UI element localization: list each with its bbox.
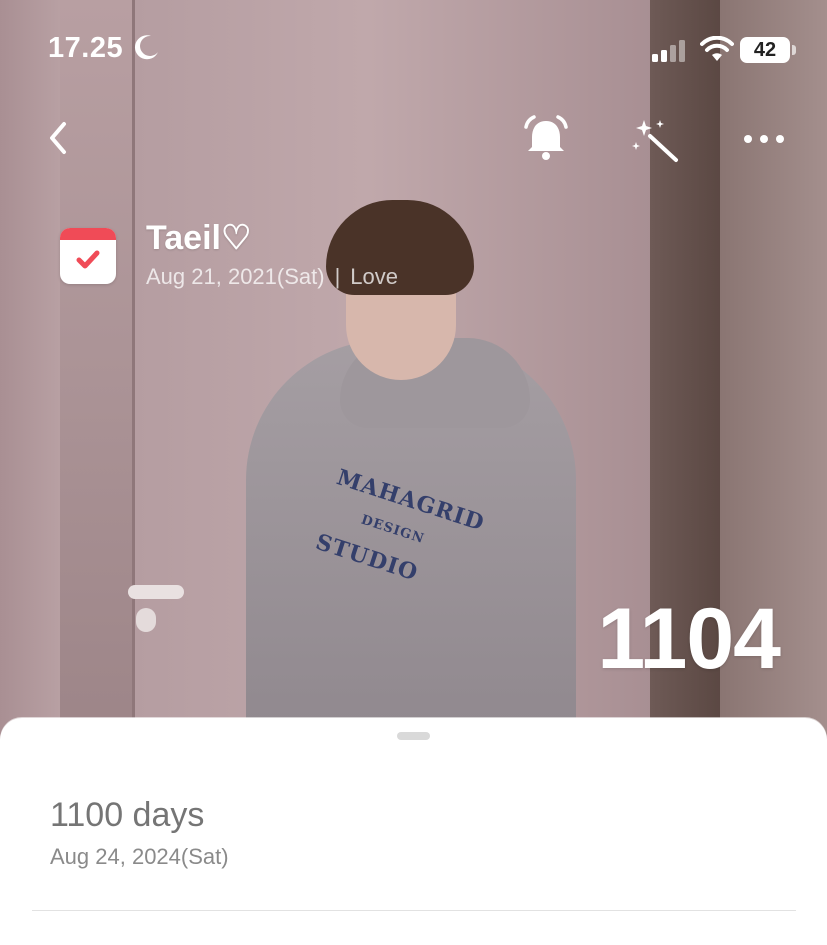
- milestone-date: Aug 24, 2024(Sat): [50, 844, 229, 869]
- battery-icon: 42: [740, 37, 790, 63]
- sheet-grabber[interactable]: [397, 732, 430, 740]
- wall: [0, 0, 60, 760]
- check-icon: [76, 250, 100, 269]
- back-chevron-icon[interactable]: [40, 116, 76, 160]
- divider: [32, 910, 796, 911]
- status-time: 17.25: [48, 32, 124, 64]
- calendar-header: [60, 228, 116, 240]
- calendar-check-icon: [60, 228, 116, 284]
- wifi-icon: [700, 36, 734, 61]
- signal-icon: [652, 40, 685, 62]
- status-bar: 17.25 42: [0, 0, 827, 100]
- magic-wand-icon[interactable]: [630, 116, 682, 164]
- event-category: Love: [350, 264, 399, 289]
- event-title: Taeil♡: [146, 219, 252, 257]
- door-lock: [136, 608, 156, 632]
- alarm-bell-icon[interactable]: [520, 113, 572, 163]
- milestones-sheet[interactable]: 1100 days Aug 24, 2024(Sat): [0, 718, 827, 945]
- moon-icon: [134, 35, 158, 60]
- event-date: Aug 21, 2021(Sat): [146, 264, 325, 289]
- battery-nub: [792, 45, 796, 55]
- day-counter: 1104: [597, 591, 781, 687]
- milestone-title: 1100 days: [50, 796, 205, 834]
- event-subtitle: Aug 21, 2021(Sat) | Love: [146, 264, 398, 290]
- event-separator: |: [334, 264, 341, 289]
- door-handle: [128, 585, 184, 599]
- more-dots-icon[interactable]: [742, 124, 786, 154]
